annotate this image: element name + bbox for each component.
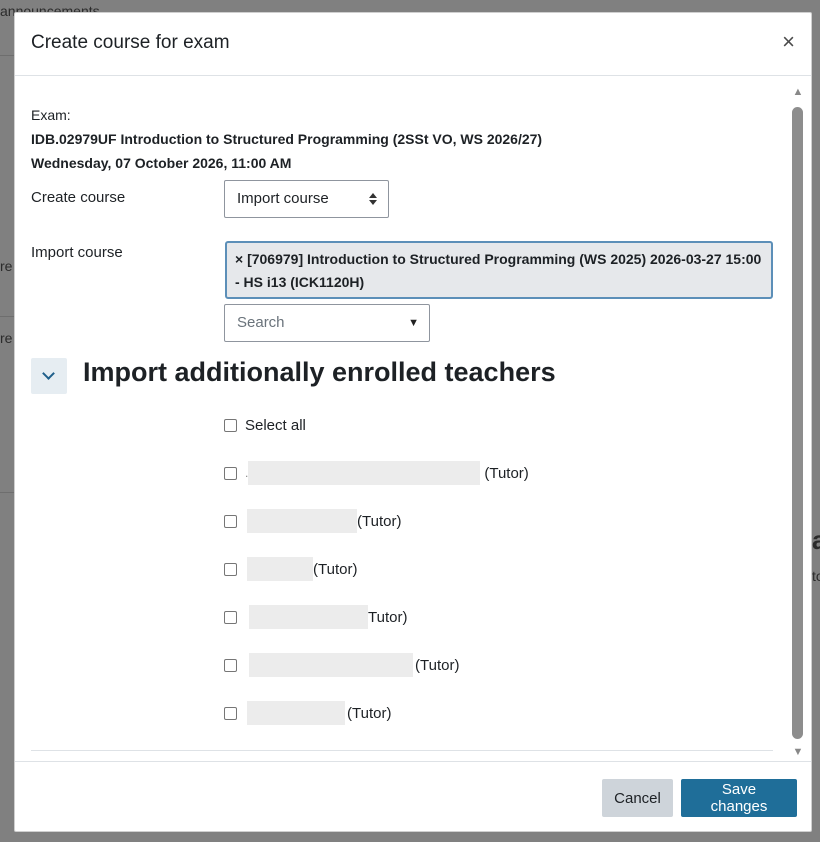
modal-title: Create course for exam [31, 32, 230, 53]
select-all-checkbox[interactable] [224, 418, 237, 432]
save-changes-button[interactable]: Save changes [681, 779, 797, 817]
background-divider [0, 316, 14, 317]
create-course-modal: Create course for exam × Exam: IDB.02979… [14, 12, 812, 832]
select-all-label: Select all [245, 416, 306, 434]
teacher-checkbox-row[interactable]: (Tutor) [224, 653, 460, 677]
background-text-fragment: to [812, 568, 820, 584]
teacher-checkbox[interactable] [224, 514, 237, 528]
modal-scrollbar[interactable]: ▲ ▼ [791, 83, 805, 758]
teacher-checkbox[interactable] [224, 706, 237, 720]
teacher-checkbox[interactable] [224, 658, 237, 672]
section-title: Import additionally enrolled teachers [83, 357, 556, 387]
teacher-checkbox[interactable] [224, 466, 237, 480]
teacher-role: (Tutor) [347, 704, 392, 722]
select-arrows-icon [369, 192, 377, 206]
modal-header: Create course for exam × [15, 13, 811, 76]
background-divider [0, 492, 14, 493]
select-all-checkbox-row[interactable]: Select all [224, 414, 306, 436]
exam-date: Wednesday, 07 October 2026, 11:00 AM [31, 155, 292, 171]
create-course-select[interactable]: Import course [224, 180, 389, 218]
teacher-role: (Tutor) [313, 560, 358, 578]
background-text-fragment: re [0, 330, 13, 346]
scroll-down-icon[interactable]: ▼ [791, 747, 805, 758]
redacted-teacher-name [247, 509, 357, 533]
teacher-role: (Tutor) [484, 464, 529, 482]
body-divider [31, 750, 773, 751]
teacher-role: Tutor) [368, 608, 408, 626]
import-course-search-select[interactable]: Search ▼ [224, 304, 430, 342]
redacted-teacher-name [249, 653, 413, 677]
modal-body: Exam: IDB.02979UF Introduction to Struct… [15, 77, 811, 761]
teacher-checkbox-row[interactable]: (Tutor) [224, 701, 392, 725]
collapse-section-button[interactable] [31, 358, 67, 394]
scrollbar-thumb[interactable] [792, 107, 803, 739]
import-course-selected-tag[interactable]: × [706979] Introduction to Structured Pr… [225, 241, 773, 299]
teacher-checkbox-row[interactable]: Tutor) [224, 605, 408, 629]
background-divider [0, 55, 14, 56]
teacher-role: (Tutor) [357, 512, 402, 530]
caret-down-icon: ▼ [408, 317, 419, 329]
import-course-label: Import course [31, 244, 123, 261]
search-placeholder: Search [237, 314, 285, 331]
teacher-checkbox[interactable] [224, 562, 237, 576]
exam-label: Exam: [31, 107, 71, 123]
modal-footer: Cancel Save changes [15, 761, 811, 831]
teacher-checkbox-row[interactable]: (Tutor) [224, 509, 402, 533]
redacted-teacher-name [249, 605, 368, 629]
teacher-checkbox-row[interactable]: (Tutor) [224, 557, 358, 581]
create-course-select-value: Import course [237, 190, 329, 207]
exam-name: IDB.02979UF Introduction to Structured P… [31, 131, 543, 147]
teacher-role: (Tutor) [415, 656, 460, 674]
background-text-fragment: a [812, 525, 820, 555]
teacher-checkbox[interactable] [224, 610, 237, 624]
scroll-up-icon[interactable]: ▲ [791, 87, 805, 98]
teacher-checkbox-row[interactable]: . (Tutor) [224, 461, 529, 485]
redacted-teacher-name [248, 461, 481, 485]
redacted-teacher-name [247, 701, 345, 725]
create-course-label: Create course [31, 189, 126, 206]
close-button[interactable]: × [782, 31, 795, 53]
background-text-fragment: re [0, 258, 13, 274]
chevron-down-icon [42, 367, 55, 380]
redacted-teacher-name [247, 557, 313, 581]
cancel-button[interactable]: Cancel [602, 779, 673, 817]
close-icon: × [782, 29, 795, 54]
